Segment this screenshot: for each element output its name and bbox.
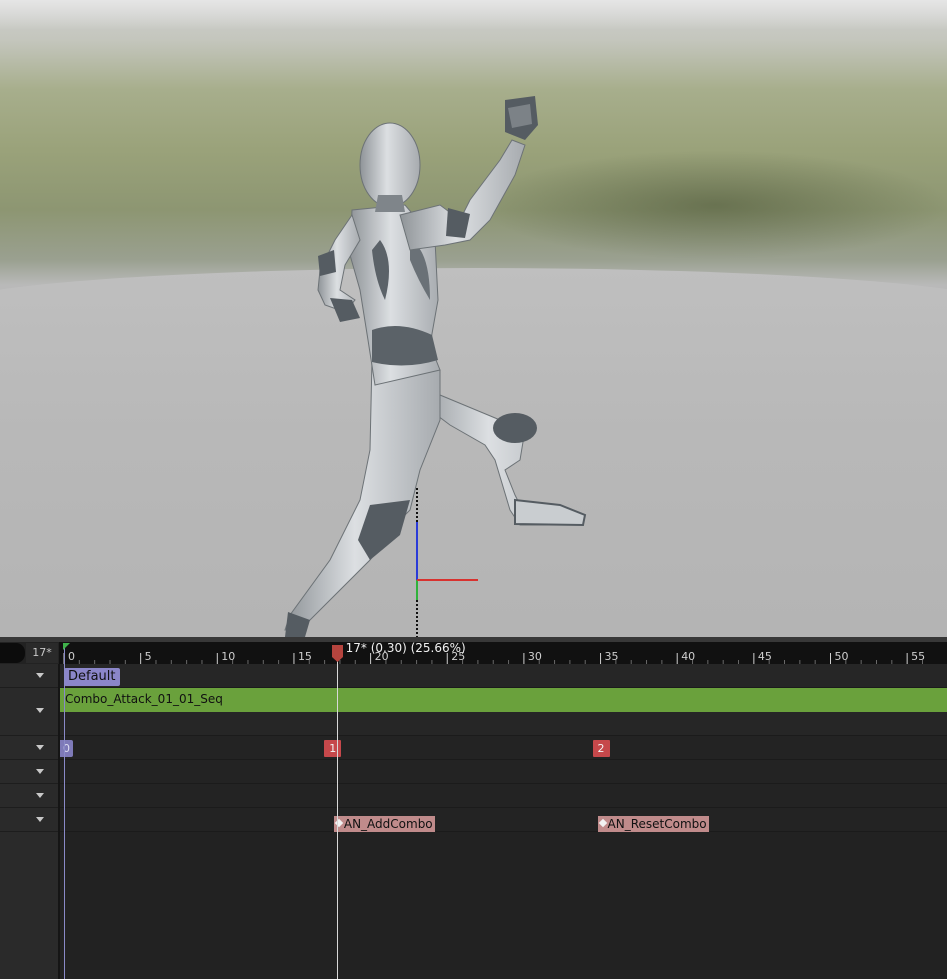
timeline-panel[interactable]: 17* 0 5 10 15 20 25 30 35 40 45 50 55 Default Combo… [0,637,947,979]
section-marker-0[interactable]: 0 [60,740,73,757]
ruler-tick-label: 55 [911,650,925,663]
ruler-tick-label: 5 [145,650,152,663]
frame-input[interactable] [0,643,25,663]
ruler-tick-label: 15 [298,650,312,663]
track-header-timing[interactable] [0,760,58,784]
chevron-down-icon[interactable] [36,708,44,713]
marker-label: 0 [63,742,70,755]
ruler-tick-label: 30 [528,650,542,663]
diamond-icon [334,818,344,828]
timeline-ruler[interactable]: 0 5 10 15 20 25 30 35 40 45 50 55 [59,642,947,664]
sequence-segment-label: Combo_Attack_01_01_Seq [65,692,223,706]
chevron-down-icon[interactable] [36,673,44,678]
ruler-ticks: 0 5 10 15 20 25 30 35 40 45 50 55 [63,650,925,664]
ruler-tick-label: 35 [605,650,619,663]
track-lanes[interactable]: Default Combo_Attack_01_01_Seq 0 1 2 AN_… [60,664,947,979]
lane-montage: Default [60,664,947,688]
section-marker-1[interactable]: 1 [324,740,342,757]
chevron-down-icon[interactable] [36,745,44,750]
lane-notifies [60,784,947,808]
track-header-montage[interactable] [0,664,58,688]
marker-label: 2 [597,742,605,755]
track-header-slot[interactable] [0,688,58,736]
ruler-tick-label: 10 [221,650,235,663]
diamond-icon [598,818,607,828]
animation-viewport[interactable] [0,0,947,637]
track-header-markers[interactable] [0,736,58,760]
ruler-tick-label: 50 [835,650,849,663]
mannequin-figure [284,96,587,637]
marker-label: 1 [329,742,337,755]
lane-timing [60,760,947,784]
notify-label: AN_ResetCombo [607,817,707,831]
notify-reset-combo[interactable]: AN_ResetCombo [597,816,709,832]
sequence-segment[interactable]: Combo_Attack_01_01_Seq [60,688,947,712]
chevron-down-icon[interactable] [36,793,44,798]
notify-label: AN_AddCombo [343,817,433,831]
current-frame-label: 17* [26,643,58,663]
notify-add-combo[interactable]: AN_AddCombo [333,816,435,832]
ruler-tick-label: 0 [68,650,75,663]
section-default[interactable]: Default [64,668,120,686]
ruler-tick-label: 20 [375,650,389,663]
chevron-down-icon[interactable] [36,769,44,774]
track-header-notifies[interactable] [0,784,58,808]
chevron-down-icon[interactable] [36,817,44,822]
track-list [0,664,60,979]
lane-curves [60,808,947,832]
lane-slot: Combo_Attack_01_01_Seq [60,688,947,736]
section-marker-2[interactable]: 2 [592,740,610,757]
track-header-curves[interactable] [0,808,58,832]
ruler-tick-label: 40 [681,650,695,663]
ruler-tick-label: 25 [451,650,465,663]
ruler-tick-label: 45 [758,650,772,663]
lane-markers [60,736,947,760]
